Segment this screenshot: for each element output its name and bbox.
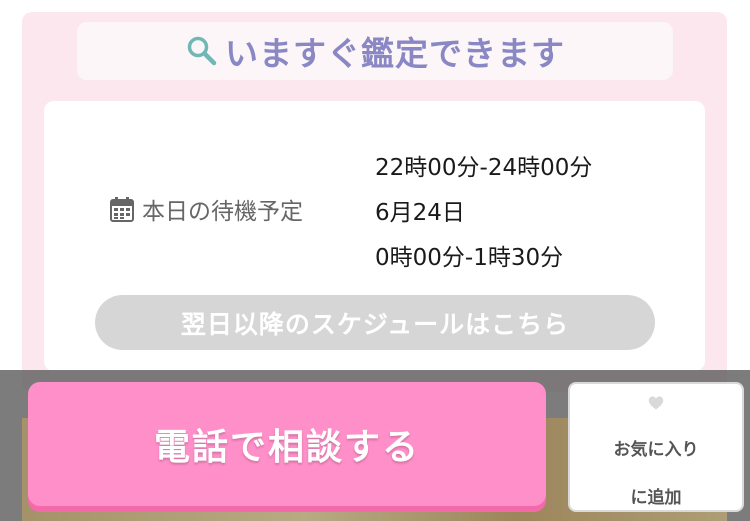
add-favorite-button[interactable]: お気に入り に追加: [568, 382, 744, 512]
next-schedule-button[interactable]: 翌日以降のスケジュールはこちら: [95, 295, 655, 350]
calendar-icon: [110, 197, 134, 222]
call-consult-button[interactable]: 電話で相談する: [28, 382, 546, 506]
schedule-label-text: 本日の待機予定: [142, 199, 303, 225]
schedule-entry: 0時00分-1時30分: [375, 245, 564, 271]
favorite-label-line1: お気に入り: [613, 440, 699, 460]
schedule-entry: 22時00分-24時00分: [375, 155, 593, 181]
availability-header: いますぐ鑑定できます: [77, 22, 673, 80]
page-title: いますぐ鑑定できます: [225, 34, 565, 73]
schedule-times: 22時00分-24時00分 6月24日 0時00分-1時30分: [375, 148, 592, 283]
heart-icon: [648, 396, 664, 410]
schedule-label: 本日の待機予定: [110, 192, 303, 226]
schedule-entry: 6月24日: [375, 200, 465, 226]
favorite-label-line2: に追加: [630, 488, 682, 508]
search-icon: [187, 36, 217, 66]
favorite-label: お気に入り に追加: [614, 414, 699, 510]
